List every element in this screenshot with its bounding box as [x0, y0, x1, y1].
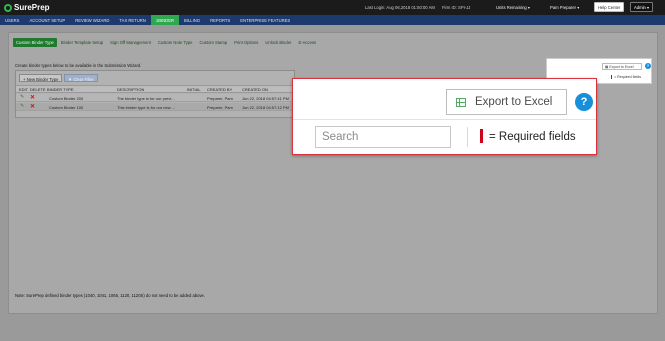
- instructions-text: Create binder types below to be availabl…: [15, 63, 142, 68]
- footnote-text: Note: SurePrep defined binder types (104…: [15, 293, 206, 298]
- tab-print-options[interactable]: Print Options: [231, 38, 261, 47]
- last-login-text: Last Login: Aug 06,2018 01:50:00 AM: [365, 5, 435, 10]
- chevron-down-icon: ▾: [647, 5, 650, 10]
- sureprep-logo[interactable]: SurePrep: [4, 3, 50, 12]
- user-name-label: Pam Preparer: [550, 5, 577, 10]
- delete-x-icon[interactable]: ✕: [30, 95, 35, 101]
- help-center-button[interactable]: Help Center: [594, 2, 625, 12]
- logo-text: SurePrep: [14, 3, 50, 12]
- edit-pencil-icon[interactable]: ✎: [20, 94, 24, 100]
- admin-menu-button[interactable]: Admin ▾: [630, 2, 654, 12]
- binder-type-grid: + New Binder Type ▼ Clear Filter EDIT DE…: [15, 70, 295, 118]
- help-question-icon[interactable]: ?: [575, 93, 593, 111]
- nav-item-tax-return[interactable]: TAX RETURN: [114, 15, 150, 25]
- export-to-excel-button-small[interactable]: ▦ Export to Excel: [602, 63, 642, 70]
- column-header-description[interactable]: DESCRIPTION: [117, 87, 144, 92]
- export-to-excel-button[interactable]: Export to Excel: [446, 89, 567, 115]
- help-icon[interactable]: ?: [645, 63, 651, 69]
- top-bar: SurePrep Last Login: Aug 06,2018 01:50:0…: [0, 0, 665, 15]
- export-label: Export to Excel: [475, 96, 553, 108]
- created-on-cell: Jun 22, 2018 04:57:12 PM: [242, 105, 289, 110]
- created-by-cell: Preparer, Pam: [207, 96, 233, 101]
- plus-icon: +: [23, 77, 26, 82]
- created-by-cell: Preparer, Pam: [207, 105, 233, 110]
- spreadsheet-icon: [456, 97, 466, 107]
- chevron-down-icon: ▾: [527, 5, 531, 10]
- clear-filter-label: Clear Filter: [73, 77, 94, 82]
- export-label-small: Export to Excel: [609, 65, 634, 69]
- chevron-down-icon: ▾: [577, 5, 580, 10]
- divider: [293, 119, 596, 120]
- binder-type-cell: Custom Binder 200: [49, 96, 84, 101]
- delete-x-icon[interactable]: ✕: [30, 104, 35, 110]
- column-header-edit: EDIT: [19, 87, 29, 92]
- tab-e-access[interactable]: E-Access: [295, 38, 319, 47]
- column-header-delete: DELETE: [30, 87, 46, 92]
- filter-icon: ▼: [68, 77, 73, 82]
- main-nav: USERS ACCOUNT SETUP REVIEW WIZARD TAX RE…: [0, 15, 665, 25]
- tab-sign-off-management[interactable]: Sign Off Management: [107, 38, 154, 47]
- tab-custom-binder-type[interactable]: Custom Binder Type: [13, 38, 57, 47]
- tab-custom-note-type[interactable]: Custom Note Type: [155, 38, 196, 47]
- logo-mark-icon: [4, 3, 12, 12]
- nav-item-1binder[interactable]: 1BINDER: [150, 15, 180, 25]
- column-header-created-by[interactable]: CREATED BY: [207, 87, 232, 92]
- units-remaining-dropdown[interactable]: Units Remaining ▾: [496, 5, 530, 10]
- edit-pencil-icon[interactable]: ✎: [20, 103, 24, 109]
- nav-item-reports[interactable]: REPORTS: [205, 15, 235, 25]
- units-remaining-label: Units Remaining: [496, 5, 527, 10]
- table-row[interactable]: ✎ ✕ Custom Binder 200 The binder type is…: [16, 94, 294, 102]
- vertical-divider: [467, 127, 468, 147]
- binder-type-cell: Custom Binder 100: [49, 105, 84, 110]
- new-binder-type-button[interactable]: + New Binder Type: [19, 74, 63, 82]
- tab-binder-template-setup[interactable]: Binder Template Setup: [58, 38, 106, 47]
- new-binder-type-label: New Binder Type: [26, 77, 59, 82]
- nav-item-account-setup[interactable]: ACCOUNT SETUP: [24, 15, 70, 25]
- table-header: EDIT DELETE BINDER TYPE DESCRIPTION INIT…: [16, 85, 294, 93]
- search-input[interactable]: [315, 126, 451, 148]
- nav-item-review-wizard[interactable]: REVIEW WIZARD: [70, 15, 114, 25]
- subtab-bar: Custom Binder Type Binder Template Setup…: [13, 38, 320, 47]
- required-marker-icon: [480, 129, 483, 143]
- required-fields-legend: = Required fields: [489, 131, 576, 143]
- column-header-binder-type[interactable]: BINDER TYPE: [47, 87, 74, 92]
- zoom-callout: Export to Excel ? = Required fields: [292, 78, 597, 155]
- column-header-created-on[interactable]: CREATED ON: [242, 87, 268, 92]
- firm-id-text: Firm ID: SPI-JJ: [442, 5, 471, 10]
- tab-unlock-binder[interactable]: Unlock Binder: [262, 38, 294, 47]
- created-on-cell: Jun 22, 2018 04:57:41 PM: [242, 96, 289, 101]
- nav-item-billing[interactable]: BILLING: [179, 15, 205, 25]
- user-menu-dropdown[interactable]: Pam Preparer ▾: [550, 5, 579, 10]
- column-header-initial[interactable]: INITIAL: [187, 87, 201, 92]
- required-fields-legend-small: = Required fields: [611, 75, 641, 79]
- clear-filter-button[interactable]: ▼ Clear Filter: [64, 74, 98, 82]
- nav-item-enterprise-features[interactable]: ENTERPRISE FEATURES: [235, 15, 295, 25]
- admin-label: Admin: [634, 5, 646, 10]
- description-cell: The binder type is for our previ...: [117, 96, 175, 101]
- table-row[interactable]: ✎ ✕ Custom Binder 100 This binder type i…: [16, 103, 294, 111]
- nav-item-users[interactable]: USERS: [0, 15, 24, 25]
- description-cell: This binder type is for our new ...: [117, 105, 176, 110]
- tab-custom-stamp[interactable]: Custom Stamp: [196, 38, 230, 47]
